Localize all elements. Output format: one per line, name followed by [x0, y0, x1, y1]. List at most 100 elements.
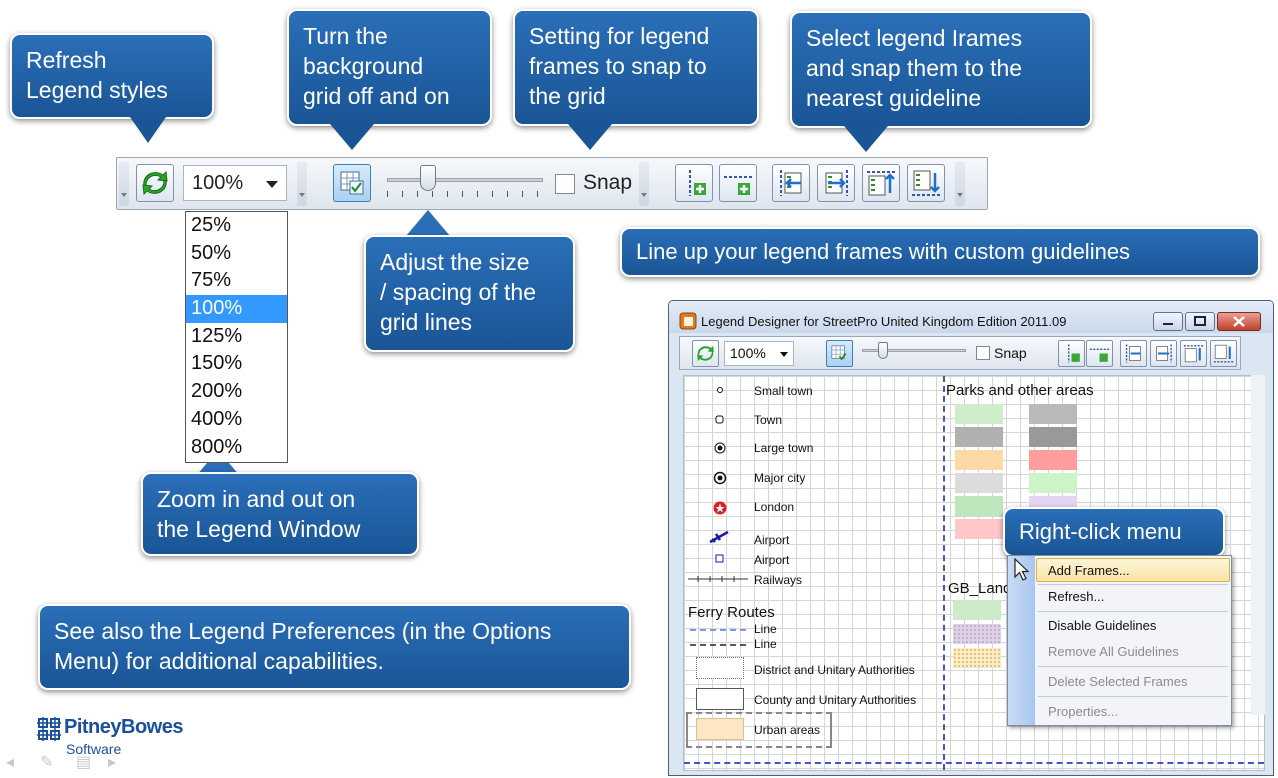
urban-areas-swatch — [696, 718, 744, 740]
window-add-vertical-guideline-button[interactable] — [1058, 340, 1085, 367]
zoom-select[interactable]: 100% — [183, 165, 287, 201]
callout-refresh-legend-styles: Refresh Legend styles — [10, 33, 214, 119]
snap-bottom-icon — [1213, 344, 1234, 363]
callout-tail — [130, 117, 166, 143]
horizontal-guideline-add-icon — [1089, 348, 1110, 362]
snap-frames-top-button[interactable] — [862, 164, 900, 202]
toolbar-grip[interactable] — [297, 162, 307, 206]
callout-guidelines: Line up your legend frames with custom g… — [620, 227, 1260, 277]
horizontal-guideline[interactable] — [684, 762, 1264, 764]
callout-grid-toggle: Turn the background grid off and on — [287, 9, 492, 126]
add-horizontal-guideline-button[interactable] — [719, 164, 757, 202]
airport-plane-symbol — [709, 530, 729, 544]
callout-zoom: Zoom in and out on the Legend Window — [141, 472, 419, 556]
railway-symbol — [688, 576, 748, 582]
menu-item-refresh[interactable]: Refresh... — [1048, 589, 1104, 604]
menu-item-properties[interactable]: Properties... — [1048, 704, 1118, 719]
zoom-option[interactable]: 25% — [186, 212, 287, 240]
menu-item-delete-selected-frames[interactable]: Delete Selected Frames — [1048, 674, 1187, 689]
prev-slide-icon[interactable]: ◂ — [6, 752, 14, 772]
window-grid-slider-thumb[interactable] — [878, 342, 888, 359]
close-icon — [1233, 316, 1245, 327]
callout-tail — [568, 124, 612, 150]
snap-top-icon — [1183, 345, 1204, 363]
legend-label: District and Unitary Authorities — [754, 663, 915, 677]
toolbar-grip[interactable] — [119, 162, 129, 206]
gb-land-swatch — [953, 624, 1001, 644]
snap-frames-right-button[interactable] — [817, 164, 855, 202]
zoom-option[interactable]: 200% — [186, 378, 287, 406]
parks-swatch — [955, 450, 1003, 470]
toolbar-grip[interactable] — [955, 162, 965, 206]
window-snap-checkbox[interactable] — [976, 346, 990, 360]
window-title: Legend Designer for StreetPro United Kin… — [701, 314, 1067, 329]
next-slide-icon[interactable]: ▸ — [108, 752, 116, 772]
maximize-icon — [1194, 316, 1206, 326]
legend-label: Major city — [754, 471, 806, 485]
callout-tail — [406, 210, 450, 236]
parks-swatch — [955, 519, 1003, 539]
window-snap-bottom-button[interactable] — [1210, 340, 1237, 367]
snap-left-icon — [780, 170, 802, 196]
window-grid-toggle-button[interactable] — [826, 340, 853, 367]
snap-checkbox[interactable] — [555, 174, 575, 194]
zoom-option[interactable]: 75% — [186, 267, 287, 295]
grid-size-slider-thumb[interactable] — [419, 165, 436, 191]
legend-label: Line — [754, 622, 777, 636]
legend-label: Railways — [754, 573, 803, 587]
window-snap-right-button[interactable] — [1150, 340, 1177, 367]
vertical-guideline[interactable] — [943, 376, 945, 770]
parks-swatch — [955, 404, 1003, 424]
maximize-button[interactable] — [1185, 312, 1215, 331]
legend-toolbar: 100% Snap — [116, 157, 988, 210]
major-city-symbol — [713, 471, 727, 485]
add-vertical-guideline-button[interactable] — [675, 164, 713, 202]
callout-tail — [844, 126, 888, 152]
zoom-option[interactable]: 50% — [186, 240, 287, 268]
menu-item-disable-guidelines[interactable]: Disable Guidelines — [1048, 618, 1156, 633]
parks-swatch — [1029, 473, 1077, 493]
snap-frames-left-button[interactable] — [772, 164, 810, 202]
menu-icon[interactable]: ▤ — [76, 752, 91, 772]
menu-separator — [1038, 666, 1228, 667]
legend-label: London — [754, 500, 795, 514]
pen-icon[interactable]: ✎ — [40, 752, 53, 772]
snap-top-icon — [867, 171, 895, 196]
window-snap-top-button[interactable] — [1180, 340, 1207, 367]
close-button[interactable] — [1217, 312, 1261, 331]
minimize-button[interactable] — [1153, 312, 1183, 331]
legend-label: Line — [754, 637, 777, 651]
horizontal-guideline-add-icon — [724, 176, 752, 195]
window-refresh-button[interactable] — [692, 340, 719, 367]
zoom-option[interactable]: 800% — [186, 434, 287, 462]
zoom-option[interactable]: 400% — [186, 406, 287, 434]
gb-land-heading: GB_Land — [948, 580, 1012, 597]
window-zoom-select[interactable]: 100% — [724, 341, 794, 366]
grid-size-slider-track[interactable] — [387, 178, 543, 182]
refresh-icon — [697, 345, 714, 362]
zoom-option[interactable]: 125% — [186, 323, 287, 351]
zoom-option[interactable]: 100% — [186, 295, 287, 323]
toolbar-grip[interactable] — [639, 162, 649, 206]
large-town-symbol — [714, 442, 726, 454]
menu-separator — [1038, 584, 1228, 585]
vertical-scrollbar[interactable] — [1251, 375, 1265, 715]
refresh-icon — [142, 170, 168, 196]
window-add-horizontal-guideline-button[interactable] — [1086, 340, 1113, 367]
window-snap-left-button[interactable] — [1120, 340, 1147, 367]
toggle-grid-button[interactable] — [333, 164, 371, 202]
menu-item-remove-all-guidelines[interactable]: Remove All Guidelines — [1048, 644, 1179, 659]
parks-swatch — [1029, 404, 1077, 424]
zoom-option[interactable]: 150% — [186, 350, 287, 378]
grid-icon — [831, 345, 847, 361]
gb-land-swatch — [953, 648, 1001, 668]
menu-item-add-frames[interactable]: Add Frames... — [1048, 563, 1130, 578]
callout-tail — [330, 124, 374, 150]
chevron-down-icon[interactable] — [266, 181, 278, 188]
app-icon — [679, 312, 697, 330]
snap-frames-bottom-button[interactable] — [907, 164, 945, 202]
parks-swatch — [955, 427, 1003, 447]
refresh-legend-styles-button[interactable] — [136, 164, 174, 202]
grid-icon — [340, 171, 364, 195]
parks-heading: Parks and other areas — [946, 382, 1094, 399]
